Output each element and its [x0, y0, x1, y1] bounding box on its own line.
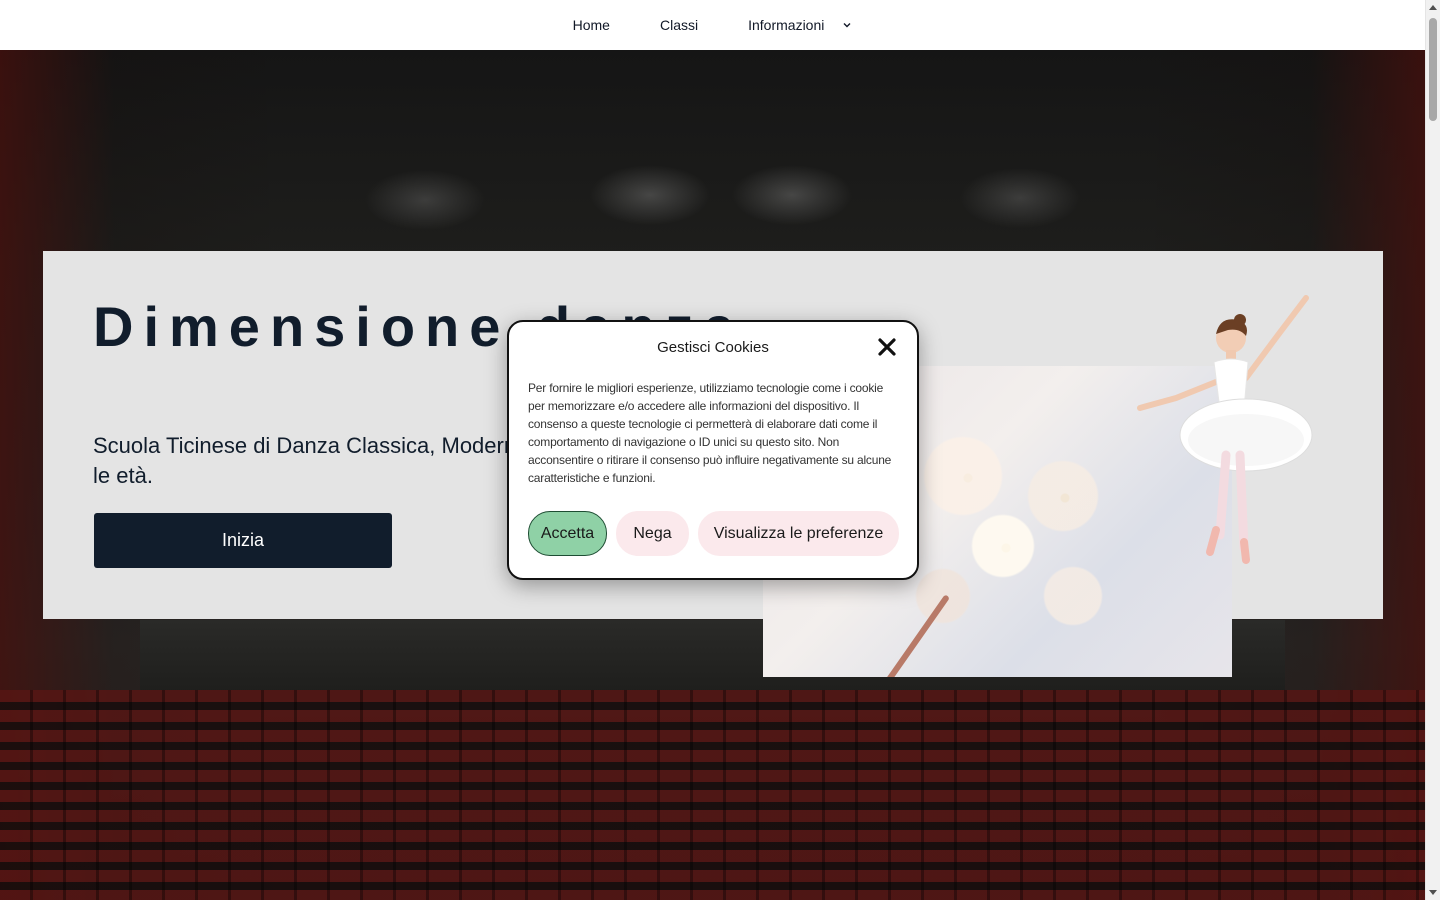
- chevron-down-icon[interactable]: [842, 20, 852, 30]
- accept-cookies-button[interactable]: Accetta: [528, 511, 607, 556]
- nav-item-classi[interactable]: Classi: [660, 17, 698, 33]
- start-button[interactable]: Inizia: [94, 513, 392, 568]
- hero-subtitle-line: Scuola Ticinese di Danza Classica, Moder…: [93, 433, 513, 458]
- nav-item-home[interactable]: Home: [573, 17, 610, 33]
- top-navigation: Home Classi Informazioni: [0, 0, 1425, 50]
- view-preferences-button[interactable]: Visualizza le preferenze: [698, 511, 899, 556]
- nav-item-informazioni[interactable]: Informazioni: [748, 17, 852, 33]
- cookie-consent-dialog: Gestisci Cookies Per fornire le migliori…: [507, 320, 919, 580]
- scroll-thumb[interactable]: [1429, 18, 1437, 121]
- hero-subtitle: Scuola Ticinese di Danza Classica, Moder…: [93, 431, 563, 491]
- theatre-seat-columns: [0, 690, 1425, 900]
- blossom-branch: [881, 594, 951, 677]
- nav-item-label: Home: [572, 17, 610, 33]
- scroll-down-arrow-icon[interactable]: [1429, 890, 1437, 895]
- hero-subtitle-line-end: le età.: [93, 463, 153, 488]
- close-icon[interactable]: [877, 337, 897, 357]
- scroll-up-arrow-icon[interactable]: [1429, 5, 1437, 10]
- page-scrollbar[interactable]: [1425, 0, 1440, 900]
- ballerina-image: [1137, 295, 1313, 564]
- cookie-dialog-title: Gestisci Cookies: [657, 339, 769, 356]
- nav-item-label: Informazioni: [748, 17, 825, 33]
- deny-cookies-button[interactable]: Nega: [616, 511, 689, 556]
- cookie-description: Per fornire le migliori esperienze, util…: [528, 381, 892, 485]
- nav-item-label: Classi: [659, 17, 699, 33]
